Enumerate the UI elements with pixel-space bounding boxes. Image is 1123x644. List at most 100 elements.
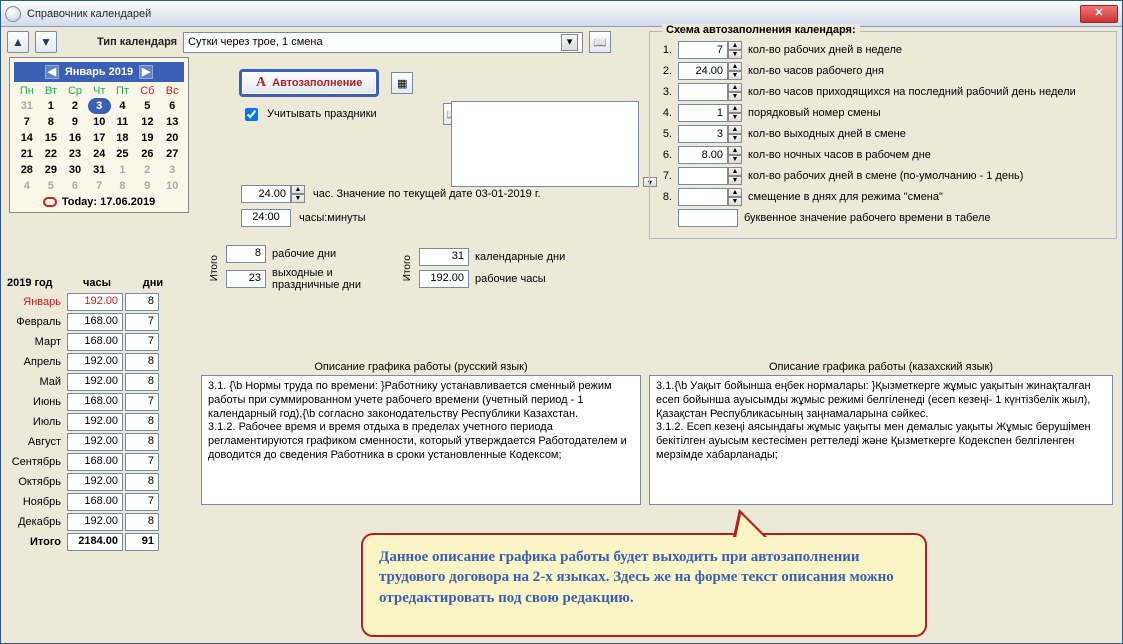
month-hours[interactable]: 192.00 (67, 513, 123, 531)
month-name: Сентябрь (7, 456, 65, 468)
close-button[interactable]: ✕ (1080, 5, 1118, 23)
calendar-day[interactable]: 28 (14, 162, 40, 178)
month-hours[interactable]: 192.00 (67, 353, 123, 371)
move-down-button[interactable]: ▼ (35, 31, 57, 53)
calendar-day[interactable]: 6 (62, 178, 88, 194)
scheme-input[interactable]: ▲▼ (678, 62, 742, 80)
holidays-checkbox[interactable] (245, 108, 258, 121)
calendar-day[interactable]: 3 (160, 162, 184, 178)
month-days[interactable]: 7 (125, 333, 159, 351)
month-hours[interactable]: 168.00 (67, 453, 123, 471)
month-days[interactable]: 7 (125, 453, 159, 471)
month-hours[interactable]: 192.00 (67, 293, 123, 311)
scheme-letter-input[interactable] (678, 209, 738, 227)
month-name: Декабрь (7, 516, 65, 528)
app-icon (5, 6, 21, 22)
scheme-input[interactable]: ▲▼ (678, 41, 742, 59)
calendar-day[interactable]: 7 (88, 178, 111, 194)
calendar-day[interactable]: 24 (88, 146, 111, 162)
calendar-day[interactable]: 10 (88, 114, 111, 130)
autofill-button[interactable]: A Автозаполнение (241, 71, 377, 95)
calendar-day[interactable]: 9 (62, 114, 88, 130)
month-days[interactable]: 7 (125, 493, 159, 511)
calendar-day[interactable]: 31 (14, 98, 40, 114)
calendar-day[interactable]: 12 (134, 114, 160, 130)
calendar-day[interactable]: 20 (160, 130, 184, 146)
month-days[interactable]: 8 (125, 473, 159, 491)
calendar-day[interactable]: 31 (88, 162, 111, 178)
scheme-input[interactable]: ▲▼ (678, 125, 742, 143)
calendar-day[interactable]: 5 (134, 98, 160, 114)
calendar-day[interactable]: 15 (40, 130, 62, 146)
month-hours[interactable]: 192.00 (67, 433, 123, 451)
hhmm-field[interactable]: 24:00 (241, 209, 291, 227)
calendar-day[interactable]: 10 (160, 178, 184, 194)
calendar-day[interactable]: 29 (40, 162, 62, 178)
month-hours[interactable]: 168.00 (67, 493, 123, 511)
cal-title: Январь 2019 (65, 66, 133, 78)
calendar-day[interactable]: 26 (134, 146, 160, 162)
month-hours[interactable]: 192.00 (67, 473, 123, 491)
calendar-day[interactable]: 17 (88, 130, 111, 146)
open-detail-button[interactable]: 📖 (589, 31, 611, 53)
calendar-day[interactable]: 7 (14, 114, 40, 130)
calendar-day[interactable]: 1 (111, 162, 135, 178)
move-up-button[interactable]: ▲ (7, 31, 29, 53)
calendar-day[interactable]: 27 (160, 146, 184, 162)
desc-kz-text[interactable]: 3.1.{\b Уақыт бойынша еңбек нормалары: }… (649, 375, 1113, 505)
desc-ru-text[interactable]: 3.1. {\b Нормы труда по времени: }Работн… (201, 375, 641, 505)
calendar-day[interactable]: 3 (88, 98, 111, 114)
month-calendar[interactable]: ◀ Январь 2019 ▶ ПнВтСрЧтПтСбВс3112345678… (9, 57, 189, 213)
calendar-day[interactable]: 2 (134, 162, 160, 178)
month-days[interactable]: 8 (125, 433, 159, 451)
cal-prev-button[interactable]: ◀ (45, 65, 59, 79)
calendar-grid[interactable]: ПнВтСрЧтПтСбВс31123456789101112131415161… (14, 84, 184, 194)
calendar-day[interactable]: 25 (111, 146, 135, 162)
notes-memo[interactable] (451, 101, 639, 187)
calendar-day[interactable]: 4 (111, 98, 135, 114)
cal-next-button[interactable]: ▶ (139, 65, 153, 79)
annotation-callout: Данное описание графика работы будет вых… (361, 533, 927, 637)
month-days[interactable]: 8 (125, 413, 159, 431)
calendar-day[interactable]: 30 (62, 162, 88, 178)
calendar-type-select[interactable]: Сутки через трое, 1 смена ▾ (183, 32, 583, 53)
calendar-day[interactable]: 22 (40, 146, 62, 162)
calendar-day[interactable]: 14 (14, 130, 40, 146)
scheme-input[interactable]: ▲▼ (678, 83, 742, 101)
calendar-day[interactable]: 8 (111, 178, 135, 194)
scheme-input[interactable]: ▲▼ (678, 146, 742, 164)
calendar-day[interactable]: 21 (14, 146, 40, 162)
month-hours[interactable]: 192.00 (67, 373, 123, 391)
calendar-day[interactable]: 13 (160, 114, 184, 130)
month-hours[interactable]: 168.00 (67, 313, 123, 331)
scheme-input[interactable]: ▲▼ (678, 188, 742, 206)
calendar-day[interactable]: 6 (160, 98, 184, 114)
calendar-day[interactable]: 23 (62, 146, 88, 162)
month-days[interactable]: 8 (125, 293, 159, 311)
calendar-day[interactable]: 18 (111, 130, 135, 146)
month-days[interactable]: 7 (125, 393, 159, 411)
calendar-day[interactable]: 11 (111, 114, 135, 130)
calendar-day[interactable]: 8 (40, 114, 62, 130)
month-days[interactable]: 8 (125, 513, 159, 531)
scheme-input[interactable]: ▲▼ (678, 167, 742, 185)
today-row[interactable]: Today: 17.06.2019 (14, 194, 184, 208)
calendar-day[interactable]: 2 (62, 98, 88, 114)
month-hours[interactable]: 168.00 (67, 333, 123, 351)
hours-input[interactable]: ▲▼ (241, 185, 305, 203)
calendar-day[interactable]: 16 (62, 130, 88, 146)
calendar-day[interactable]: 5 (40, 178, 62, 194)
month-days[interactable]: 8 (125, 353, 159, 371)
month-days[interactable]: 8 (125, 373, 159, 391)
scheme-input[interactable]: ▲▼ (678, 104, 742, 122)
calendar-day[interactable]: 1 (40, 98, 62, 114)
scheme-group: Схема автозаполнения календаря: 1. ▲▼ ко… (649, 31, 1117, 239)
month-days[interactable]: 7 (125, 313, 159, 331)
calendar-icon-button[interactable]: ▦ (391, 72, 413, 94)
calendar-day[interactable]: 4 (14, 178, 40, 194)
month-hours[interactable]: 168.00 (67, 393, 123, 411)
month-hours[interactable]: 192.00 (67, 413, 123, 431)
calendar-day[interactable]: 9 (134, 178, 160, 194)
summary-total-days: 91 (125, 533, 159, 551)
calendar-day[interactable]: 19 (134, 130, 160, 146)
